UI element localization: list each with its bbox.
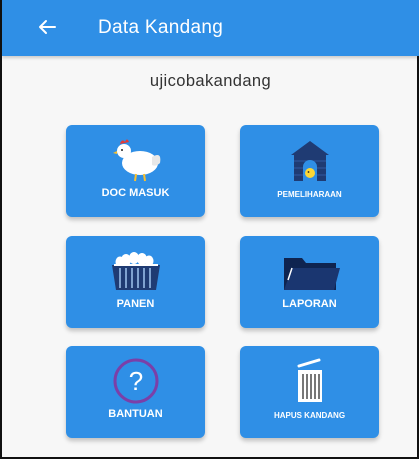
page-title: Data Kandang [98, 17, 224, 38]
doc-masuk-button[interactable]: DOC MASUK [66, 125, 205, 217]
hapus-kandang-label: HAPUS KANDANG [273, 411, 346, 420]
svg-text:?: ? [128, 366, 142, 396]
egg-basket-icon [111, 252, 160, 290]
panen-label: PANEN [116, 298, 155, 310]
app-bar: Data Kandang [2, 0, 419, 56]
app-screen: Data Kandang ujicobakandang DOC MASUK PE… [0, 0, 419, 459]
pemeliharaan-label: PEMELIHARAAN [277, 190, 342, 199]
folder-icon [283, 258, 340, 290]
laporan-label: LAPORAN [282, 298, 337, 310]
chicken-icon [112, 139, 160, 182]
bantuan-label: BANTUAN [108, 408, 163, 420]
hapus-kandang-button[interactable]: HAPUS KANDANG [240, 346, 379, 438]
doc-masuk-label: DOC MASUK [101, 187, 170, 199]
help-icon: ? [113, 358, 158, 404]
laporan-button[interactable]: LAPORAN [240, 236, 379, 328]
back-button[interactable] [35, 14, 61, 40]
pemeliharaan-button[interactable]: PEMELIHARAAN [240, 125, 379, 217]
coop-icon [290, 141, 329, 181]
kandang-name: ujicobakandang [149, 72, 272, 90]
panen-button[interactable]: PANEN [66, 236, 205, 328]
bantuan-button[interactable]: ? BANTUAN [66, 346, 205, 438]
trash-icon [297, 358, 322, 402]
arrow-left-icon [39, 20, 56, 34]
